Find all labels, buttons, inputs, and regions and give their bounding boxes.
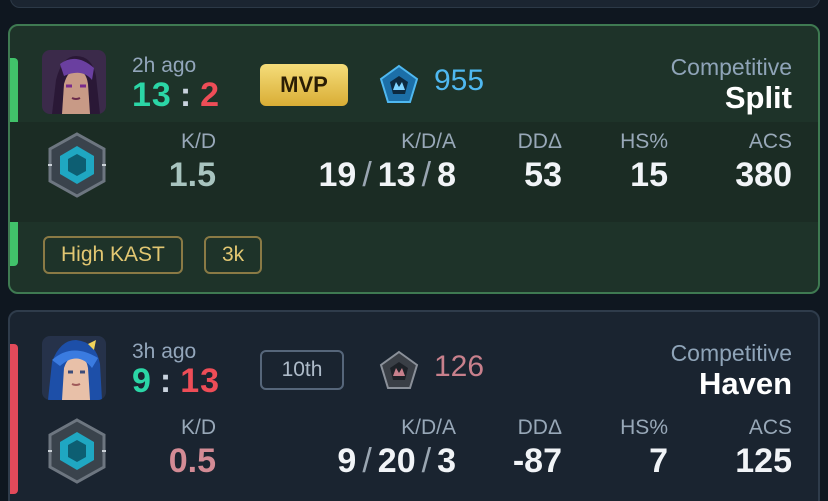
headshot-stat: HS% 15 [620,130,668,195]
enemy-score: 2 [200,76,221,114]
kda-label: K/D/A [401,416,456,439]
match-card[interactable]: 3h ago 9:13 10th 126 Competitive Haven K… [8,310,820,501]
kda-stat: K/D/A 19/13/8 [319,130,456,195]
assists-value: 3 [437,442,456,480]
acs-value: 380 [735,156,792,194]
deaths-value: 13 [377,156,416,194]
headshot-value: 7 [649,442,668,480]
match-stats: K/D 1.5 K/D/A 19/13/8 DDΔ 53 HS% 15 ACS … [10,122,818,222]
mvp-badge: MVP [260,64,348,106]
acs-stat: ACS 380 [735,130,792,195]
kd-value: 1.5 [168,156,216,194]
damage-delta-stat: DDΔ -87 [513,416,562,481]
match-header: 2h ago 13:2 MVP 955 Competitive Split [10,26,818,122]
kda-value: 9/20/3 [337,442,456,480]
deaths-value: 20 [377,442,416,480]
rank-rating: 955 [434,64,485,97]
game-mode: Competitive [670,340,792,366]
kd-label: K/D [180,416,216,439]
time-ago: 2h ago [132,54,197,77]
tag-3k: 3k [204,236,263,274]
headshot-stat: HS% 7 [620,416,668,481]
enemy-score: 13 [180,362,221,400]
kda-value: 19/13/8 [318,156,456,194]
agent-avatar [42,336,106,400]
kda-stat: K/D/A 9/20/3 [337,416,456,481]
match-header: 3h ago 9:13 10th 126 Competitive Haven [10,312,818,408]
kd-value: 0.5 [168,442,216,480]
rank-emblem-icon [378,64,420,106]
rank-tier-icon [46,132,108,198]
game-mode: Competitive [670,54,792,80]
map-name: Split [724,80,792,115]
damage-delta-value: 53 [524,156,562,194]
kills-value: 9 [337,442,357,480]
match-score: 13:2 [132,76,220,115]
damage-delta-label: DDΔ [517,416,562,439]
time-ago: 3h ago [132,340,197,363]
kills-value: 19 [318,156,357,194]
match-card[interactable]: 2h ago 13:2 MVP 955 Competitive Split K/… [8,24,820,294]
team-score: 9 [132,362,152,400]
assists-value: 8 [437,156,456,194]
agent-avatar [42,50,106,114]
team-score: 13 [132,76,172,114]
damage-delta-stat: DDΔ 53 [518,130,562,195]
acs-label: ACS [748,130,792,153]
previous-match-card-edge[interactable] [10,0,820,8]
kda-label: K/D/A [401,130,456,153]
placement-badge: 10th [260,350,344,390]
kd-stat: K/D 0.5 [169,416,216,481]
rank-rating: 126 [434,350,485,383]
match-score: 9:13 [132,362,220,401]
score-separator: : [159,362,173,400]
acs-stat: ACS 125 [735,416,792,481]
headshot-label: HS% [620,416,668,439]
map-name: Haven [698,366,792,401]
damage-delta-label: DDΔ [517,130,562,153]
tag-high-kast: High KAST [43,236,183,274]
damage-delta-value: -87 [512,442,562,480]
headshot-label: HS% [620,130,668,153]
headshot-value: 15 [630,156,668,194]
kd-stat: K/D 1.5 [169,130,216,195]
acs-value: 125 [735,442,792,480]
match-stats: K/D 0.5 K/D/A 9/20/3 DDΔ -87 HS% 7 ACS 1… [10,408,818,501]
acs-label: ACS [748,416,792,439]
score-separator: : [179,76,193,114]
rank-tier-icon [46,418,108,484]
rank-emblem-icon [378,350,420,392]
kd-label: K/D [180,130,216,153]
match-tags: High KAST 3k [10,222,818,292]
